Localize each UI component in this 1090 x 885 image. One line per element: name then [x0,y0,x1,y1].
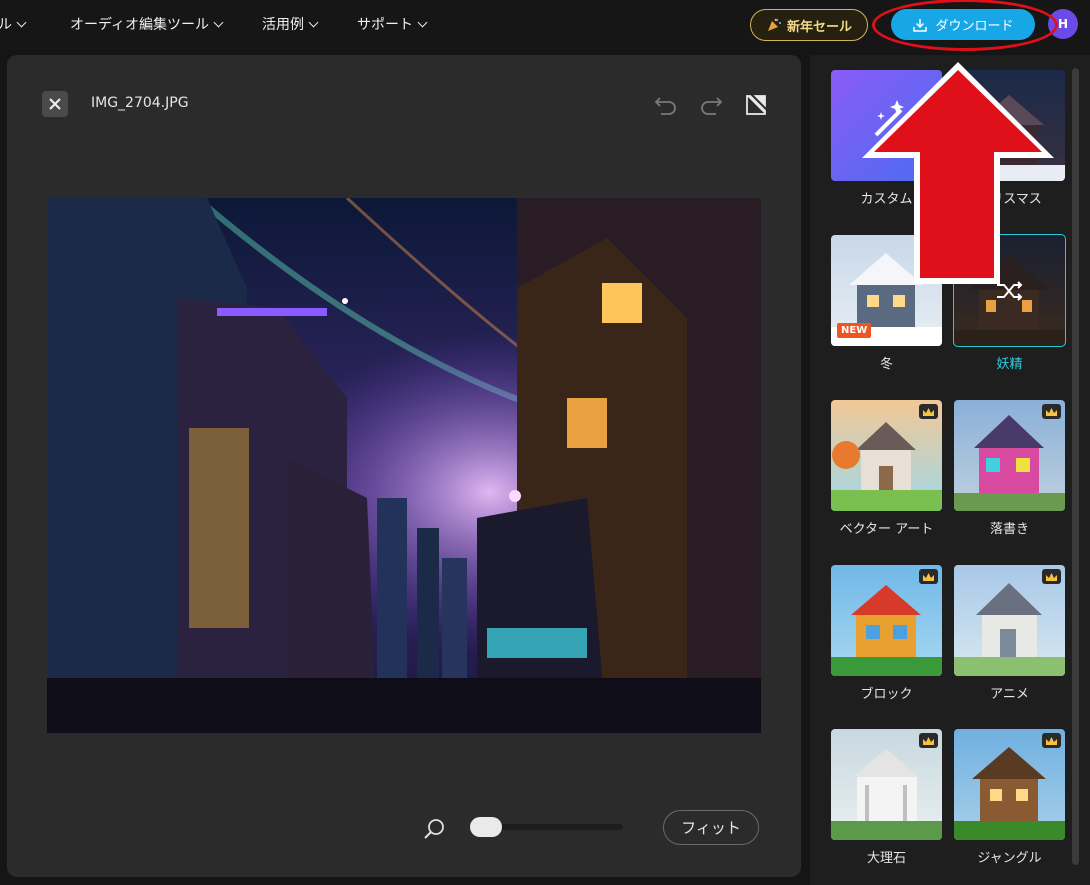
style-card-graffiti[interactable]: 落書き [954,400,1065,537]
download-label: ダウンロード [935,19,1014,34]
top-navigation: ル オーディオ編集ツール 活用例 サポート 新年セール ダウンロード H [0,0,1090,50]
style-card-christmas[interactable]: クリスマス [954,70,1065,207]
nav-item-examples[interactable]: 活用例 [262,14,319,34]
chevron-down-icon [308,17,319,27]
style-label: ブロック [860,687,913,702]
chevron-down-icon [213,17,224,27]
style-thumb-winter: NEW [831,235,942,346]
nav-item-audio-tools[interactable]: オーディオ編集ツール [70,14,224,34]
new-year-sale-button[interactable]: 新年セール [750,9,868,41]
zoom-slider-handle[interactable] [470,817,502,837]
style-card-fairy[interactable]: 妖精 [953,234,1066,372]
style-label: 妖精 [996,357,1023,372]
crown-icon [1042,404,1061,419]
shuffle-icon[interactable] [994,277,1026,305]
download-icon [913,18,928,32]
style-label: ジャングル [977,851,1042,866]
undo-icon [654,97,676,115]
download-button[interactable]: ダウンロード [891,9,1035,40]
style-thumb-marble [831,729,942,840]
chevron-down-icon [16,17,27,27]
zoom-icon[interactable] [422,817,446,841]
close-icon [49,98,61,110]
compare-icon [746,93,768,115]
style-card-jungle[interactable]: ジャングル [954,729,1065,866]
styles-scrollbar[interactable] [1072,68,1079,865]
chevron-down-icon [417,17,428,27]
style-card-custom[interactable]: カスタム [831,70,942,207]
style-thumb-block [831,565,942,676]
nav-item-examples-label: 活用例 [262,17,304,33]
nav-item-audio-label: オーディオ編集ツール [70,17,210,33]
crown-icon [919,569,938,584]
party-popper-icon [767,18,781,31]
avatar-initial: H [1057,17,1069,31]
style-card-winter[interactable]: NEW 冬 [831,235,942,372]
style-label: クリスマス [977,192,1042,207]
style-thumb-vector-art [831,400,942,511]
undo-button[interactable] [652,91,680,119]
style-label: 落書き [989,522,1029,537]
style-card-block[interactable]: ブロック [831,565,942,702]
crown-icon [1042,733,1061,748]
style-thumb-jungle [954,729,1065,840]
style-label: 冬 [879,357,893,372]
editor-panel: IMG_2704.JPG フィット [7,55,801,877]
style-label: アニメ [990,687,1029,702]
redo-button[interactable] [697,91,725,119]
style-thumb-custom [831,70,942,181]
nav-item-support-label: サポート [357,17,413,33]
magic-wand-icon [874,100,904,137]
photo-city-night-illustration [47,198,761,733]
crown-icon [919,404,938,419]
style-thumb-fairy [953,234,1066,347]
style-thumb-anime [954,565,1065,676]
style-thumb-christmas [954,70,1065,181]
style-label: カスタム [860,192,913,207]
nav-item-tools[interactable]: ル [0,14,27,34]
new-badge: NEW [837,323,872,338]
fit-label: フィット [681,819,741,837]
style-label: ベクター アート [839,522,934,537]
compare-button[interactable] [742,91,770,119]
file-name: IMG_2704.JPG [91,95,189,111]
style-label: 大理石 [866,851,906,866]
crown-icon [1042,569,1061,584]
style-card-anime[interactable]: アニメ [954,565,1065,702]
redo-icon [701,97,723,115]
style-card-marble[interactable]: 大理石 [831,729,942,866]
nav-item-tools-label: ル [0,17,12,33]
house-illustration [954,95,1065,181]
style-card-vector-art[interactable]: ベクター アート [831,400,942,537]
avatar[interactable]: H [1048,9,1078,39]
close-button[interactable] [42,91,68,117]
sale-label: 新年セール [786,19,852,35]
style-thumb-graffiti [954,400,1065,511]
fit-button[interactable]: フィット [663,810,759,845]
edited-photo[interactable] [47,198,761,733]
nav-item-support[interactable]: サポート [357,14,428,34]
crown-icon [919,733,938,748]
